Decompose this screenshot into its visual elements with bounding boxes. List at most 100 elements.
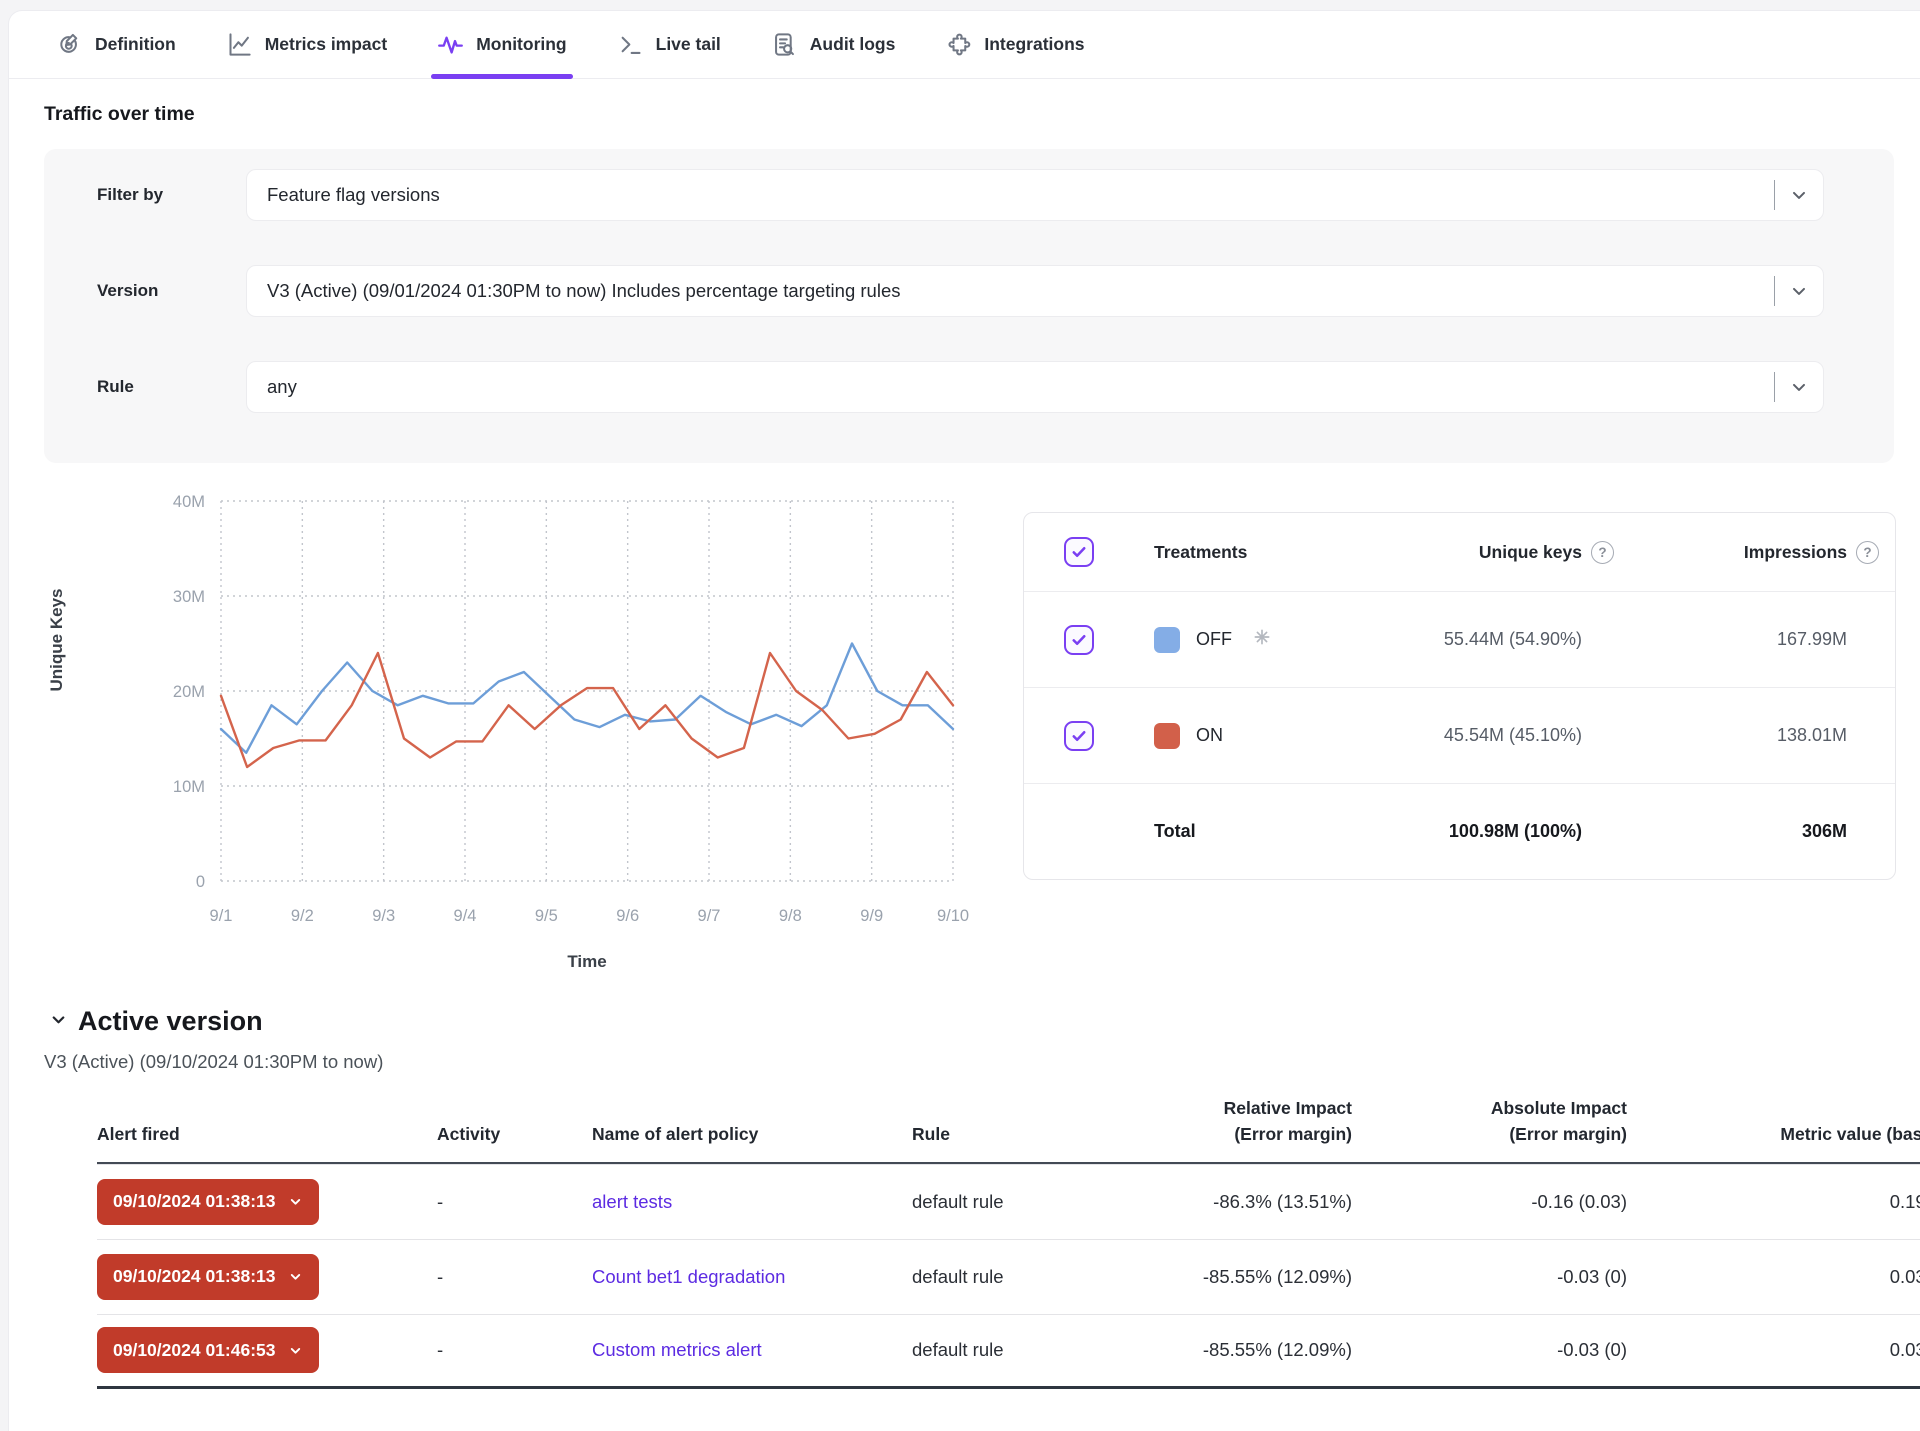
svg-text:9/6: 9/6 bbox=[616, 907, 639, 925]
puzzle-icon bbox=[945, 31, 972, 58]
metric-value-header: Metric value (basel bbox=[1627, 1121, 1920, 1147]
filter-by-select[interactable]: Feature flag versions bbox=[246, 169, 1824, 221]
monitoring-pulse-icon bbox=[437, 31, 464, 58]
alerts-table: Alert fired Activity Name of alert polic… bbox=[9, 1095, 1920, 1389]
treatment-off-checkbox[interactable] bbox=[1064, 625, 1094, 655]
treatment-on-label: ON bbox=[1196, 725, 1223, 746]
alert-fired-badge[interactable]: 09/10/2024 01:38:13 bbox=[97, 1254, 319, 1300]
metric-value-cell: 0.03 ( bbox=[1627, 1339, 1920, 1361]
tab-integrations[interactable]: Integrations bbox=[945, 11, 1084, 78]
svg-text:9/7: 9/7 bbox=[698, 907, 721, 925]
treatment-on-checkbox[interactable] bbox=[1064, 721, 1094, 751]
rule-label: Rule bbox=[97, 377, 246, 397]
chevron-down-icon bbox=[288, 1269, 303, 1284]
treatment-row-on: ON 45.54M (45.10%) 138.01M bbox=[1024, 687, 1895, 783]
absolute-impact-cell: -0.03 (0) bbox=[1352, 1266, 1627, 1288]
alert-policy-link[interactable]: Custom metrics alert bbox=[592, 1339, 762, 1360]
alert-fired-header: Alert fired bbox=[97, 1121, 437, 1147]
alert-fired-badge[interactable]: 09/10/2024 01:46:53 bbox=[97, 1327, 319, 1373]
chevron-down-icon bbox=[288, 1194, 303, 1209]
default-treatment-icon bbox=[1252, 627, 1272, 652]
treatments-header-row: Treatments Unique keys ? Impressions ? bbox=[1024, 513, 1895, 591]
filter-row-version: Version V3 (Active) (09/01/2024 01:30PM … bbox=[97, 265, 1824, 317]
tab-live-tail[interactable]: Live tail bbox=[617, 11, 721, 78]
relative-impact-cell: -85.55% (12.09%) bbox=[1112, 1339, 1352, 1361]
activity-cell: - bbox=[437, 1266, 592, 1288]
select-all-checkbox[interactable] bbox=[1064, 537, 1094, 567]
treatments-total-row: Total 100.98M (100%) 306M bbox=[1024, 783, 1895, 879]
svg-text:0: 0 bbox=[196, 873, 205, 891]
rule-cell: default rule bbox=[912, 1266, 1112, 1288]
alert-fired-badge[interactable]: 09/10/2024 01:38:13 bbox=[97, 1179, 319, 1225]
tab-audit-logs[interactable]: Audit logs bbox=[771, 11, 896, 78]
main-card: Definition Metrics impact Monitoring Liv… bbox=[8, 10, 1920, 1431]
activity-cell: - bbox=[437, 1339, 592, 1361]
relative-impact-cell: -85.55% (12.09%) bbox=[1112, 1266, 1352, 1288]
tab-definition[interactable]: Definition bbox=[56, 11, 176, 78]
alert-policy-link[interactable]: alert tests bbox=[592, 1191, 672, 1212]
activity-cell: - bbox=[437, 1191, 592, 1213]
svg-text:Unique Keys: Unique Keys bbox=[47, 589, 66, 692]
tab-metrics-impact[interactable]: Metrics impact bbox=[226, 11, 388, 78]
chevron-down-icon bbox=[288, 1343, 303, 1358]
version-label: Version bbox=[97, 281, 246, 301]
absolute-impact-header: Absolute Impact(Error margin) bbox=[1352, 1095, 1627, 1148]
svg-text:9/3: 9/3 bbox=[372, 907, 395, 925]
svg-text:30M: 30M bbox=[173, 588, 205, 606]
chevron-down-icon bbox=[1775, 377, 1823, 397]
alert-row: 09/10/2024 01:46:53 - Custom metrics ale… bbox=[97, 1314, 1920, 1389]
total-unique-keys: 100.98M (100%) bbox=[1282, 821, 1582, 842]
svg-text:9/8: 9/8 bbox=[779, 907, 802, 925]
help-icon[interactable]: ? bbox=[1591, 541, 1614, 564]
active-version-title: Active version bbox=[78, 1006, 263, 1037]
unique-keys-column-header: Unique keys bbox=[1282, 542, 1582, 563]
total-label: Total bbox=[1154, 821, 1282, 842]
active-version-subtitle: V3 (Active) (09/10/2024 01:30PM to now) bbox=[44, 1051, 1920, 1073]
metric-value-cell: 0.03 ( bbox=[1627, 1266, 1920, 1288]
treatment-off-label: OFF bbox=[1196, 629, 1232, 650]
svg-text:9/5: 9/5 bbox=[535, 907, 558, 925]
tab-metrics-impact-label: Metrics impact bbox=[265, 34, 388, 55]
svg-text:40M: 40M bbox=[173, 493, 205, 511]
filter-row-rule: Rule any bbox=[97, 361, 1824, 413]
help-icon[interactable]: ? bbox=[1856, 541, 1879, 564]
on-unique-keys: 45.54M (45.10%) bbox=[1282, 725, 1582, 746]
svg-text:Time: Time bbox=[567, 952, 606, 971]
svg-text:9/4: 9/4 bbox=[454, 907, 477, 925]
tab-monitoring[interactable]: Monitoring bbox=[437, 11, 566, 78]
rule-select[interactable]: any bbox=[246, 361, 1824, 413]
metrics-chart-icon bbox=[226, 31, 253, 58]
on-series-swatch bbox=[1154, 723, 1180, 749]
svg-text:10M: 10M bbox=[173, 778, 205, 796]
off-unique-keys: 55.44M (54.90%) bbox=[1282, 629, 1582, 650]
off-series-swatch bbox=[1154, 627, 1180, 653]
filter-panel: Filter by Feature flag versions Version … bbox=[44, 149, 1894, 463]
definition-target-icon bbox=[56, 31, 83, 58]
rule-cell: default rule bbox=[912, 1191, 1112, 1213]
alerts-header-row: Alert fired Activity Name of alert polic… bbox=[97, 1095, 1920, 1164]
alert-row: 09/10/2024 01:38:13 - alert tests defaul… bbox=[97, 1164, 1920, 1239]
tab-audit-logs-label: Audit logs bbox=[810, 34, 896, 55]
terminal-icon bbox=[617, 31, 644, 58]
total-impressions: 306M bbox=[1622, 821, 1847, 842]
active-version-section: Active version V3 (Active) (09/10/2024 0… bbox=[44, 1006, 1920, 1073]
svg-text:9/2: 9/2 bbox=[291, 907, 314, 925]
treatment-row-off: OFF 55.44M (54.90%) 167.99M bbox=[1024, 591, 1895, 687]
collapse-chevron-icon[interactable] bbox=[49, 1010, 68, 1034]
relative-impact-cell: -86.3% (13.51%) bbox=[1112, 1191, 1352, 1213]
alert-policy-link[interactable]: Count bet1 degradation bbox=[592, 1266, 785, 1287]
tab-integrations-label: Integrations bbox=[984, 34, 1084, 55]
svg-text:9/10: 9/10 bbox=[937, 907, 969, 925]
chevron-down-icon bbox=[1775, 281, 1823, 301]
on-impressions: 138.01M bbox=[1622, 725, 1847, 746]
tab-monitoring-label: Monitoring bbox=[476, 34, 566, 55]
relative-impact-header: Relative Impact(Error margin) bbox=[1112, 1095, 1352, 1148]
version-select[interactable]: V3 (Active) (09/01/2024 01:30PM to now) … bbox=[246, 265, 1824, 317]
rule-header: Rule bbox=[912, 1121, 1112, 1147]
alert-row: 09/10/2024 01:38:13 - Count bet1 degrada… bbox=[97, 1239, 1920, 1314]
traffic-line-chart: 010M20M30M40M9/19/29/39/49/59/69/79/89/9… bbox=[44, 475, 996, 980]
treatments-panel: Treatments Unique keys ? Impressions ? O… bbox=[1023, 512, 1896, 880]
absolute-impact-cell: -0.16 (0.03) bbox=[1352, 1191, 1627, 1213]
svg-text:9/1: 9/1 bbox=[210, 907, 233, 925]
tab-live-tail-label: Live tail bbox=[656, 34, 721, 55]
